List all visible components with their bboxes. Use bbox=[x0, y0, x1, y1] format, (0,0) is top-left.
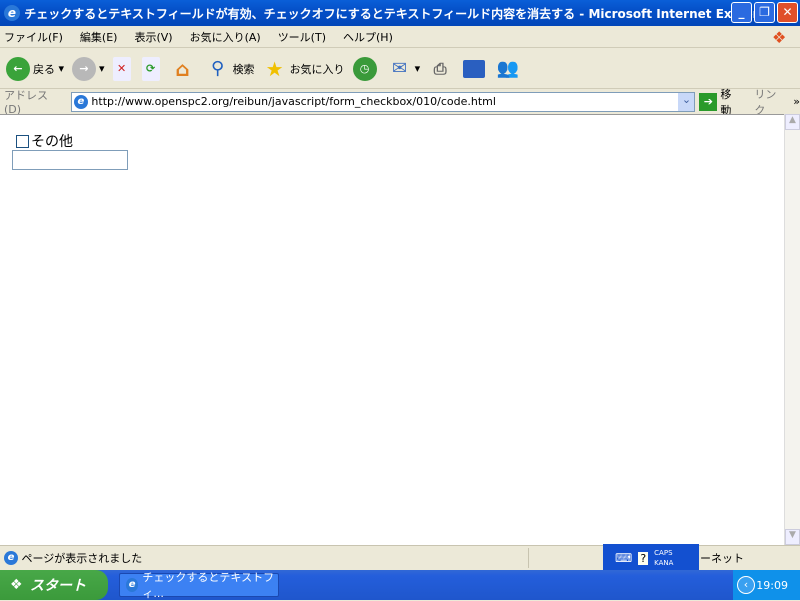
clock[interactable]: 19:09 bbox=[756, 579, 788, 592]
address-dropdown-icon[interactable]: ⌄ bbox=[678, 92, 695, 111]
mail-icon: ✉ bbox=[392, 57, 408, 79]
scroll-up-icon[interactable]: ▲ bbox=[785, 114, 800, 130]
print-button[interactable]: ⎙ bbox=[428, 57, 455, 81]
restore-button[interactable]: ❐ bbox=[754, 2, 775, 23]
stop-icon: ✕ bbox=[112, 56, 131, 81]
zone-text: ーネット bbox=[700, 552, 744, 565]
status-page-icon: e bbox=[4, 550, 18, 565]
checkbox-label: その他 bbox=[31, 134, 73, 150]
close-button[interactable]: ✕ bbox=[777, 2, 798, 23]
menu-edit[interactable]: 編集(E) bbox=[80, 29, 118, 45]
minimize-button[interactable]: _ bbox=[731, 2, 752, 23]
edit-button[interactable] bbox=[463, 59, 488, 78]
home-button[interactable]: ⌂ bbox=[171, 57, 198, 81]
kana-indicator: KANA bbox=[654, 559, 674, 567]
help-icon[interactable]: ? bbox=[638, 551, 649, 565]
windows-logo-icon: ❖ bbox=[772, 28, 787, 47]
address-input[interactable]: e http://www.openspc2.org/reibun/javascr… bbox=[70, 91, 696, 112]
window-title: チェックするとテキストフィールドが有効、チェックオフにするとテキストフィールド内… bbox=[24, 6, 773, 21]
vertical-scrollbar[interactable]: ▲ ▼ bbox=[784, 114, 800, 545]
edit-icon bbox=[463, 59, 486, 78]
menu-favorites[interactable]: お気に入り(A) bbox=[190, 29, 261, 45]
go-button[interactable]: 移動 bbox=[720, 86, 742, 118]
go-arrow-icon[interactable]: ➔ bbox=[699, 92, 718, 111]
home-icon: ⌂ bbox=[175, 56, 190, 81]
address-bar: アドレス(D) e http://www.openspc2.org/reibun… bbox=[0, 88, 800, 117]
other-checkbox[interactable] bbox=[16, 134, 29, 148]
chevron-right-icon[interactable]: » bbox=[793, 95, 800, 108]
refresh-icon: ⟳ bbox=[141, 56, 160, 81]
page-content: その他 bbox=[0, 114, 784, 545]
other-text-field[interactable] bbox=[12, 150, 128, 170]
links-label[interactable]: リンク bbox=[754, 86, 787, 118]
show-hidden-icons-button[interactable]: ‹ bbox=[737, 576, 755, 594]
task-ie-icon: e bbox=[126, 578, 139, 592]
refresh-button[interactable]: ⟳ bbox=[141, 56, 163, 81]
star-icon: ★ bbox=[265, 56, 284, 81]
start-button[interactable]: ❖ スタート bbox=[0, 570, 108, 600]
back-arrow-icon: ← bbox=[6, 56, 30, 81]
windows-flag-icon: ❖ bbox=[10, 577, 23, 593]
address-url: http://www.openspc2.org/reibun/javascrip… bbox=[91, 95, 496, 108]
menu-tools[interactable]: ツール(T) bbox=[278, 29, 326, 45]
favorites-button[interactable]: ★ お気に入り bbox=[263, 57, 345, 81]
address-label: アドレス(D) bbox=[4, 89, 48, 116]
menu-file[interactable]: ファイル(F) bbox=[4, 29, 63, 45]
keyboard-icon[interactable]: ⌨ bbox=[615, 551, 632, 565]
forward-button[interactable]: → ▾ bbox=[72, 56, 105, 81]
history-button[interactable]: ◷ bbox=[352, 56, 380, 81]
system-tray: ‹ 19:09 bbox=[733, 570, 800, 600]
scroll-down-icon[interactable]: ▼ bbox=[785, 529, 800, 545]
history-icon: ◷ bbox=[352, 56, 377, 81]
title-bar: e チェックするとテキストフィールドが有効、チェックオフにするとテキストフィール… bbox=[0, 0, 800, 26]
toolbar: ← 戻る ▾ → ▾ ✕ ⟳ ⌂ ⚲ 検索 ★ お気に入り ◷ ✉ ▾ ⎙ 👥 bbox=[0, 49, 800, 89]
status-text: ページが表示されました bbox=[21, 551, 143, 565]
caps-indicator: CAPS bbox=[654, 549, 673, 557]
menu-bar: ファイル(F) 編集(E) 表示(V) お気に入り(A) ツール(T) ヘルプ(… bbox=[0, 26, 800, 48]
search-icon: ⚲ bbox=[210, 57, 225, 79]
stop-button[interactable]: ✕ bbox=[112, 56, 134, 81]
menu-view[interactable]: 表示(V) bbox=[134, 29, 172, 45]
page-icon: e bbox=[73, 94, 88, 109]
ime-toolbar: ⌨ ? CAPS KANA bbox=[603, 544, 699, 572]
menu-help[interactable]: ヘルプ(H) bbox=[343, 29, 393, 45]
ie-icon: e bbox=[4, 5, 20, 21]
messenger-icon: 👥 bbox=[496, 57, 520, 79]
search-button[interactable]: ⚲ 検索 bbox=[206, 57, 255, 81]
mail-button[interactable]: ✉ ▾ bbox=[388, 57, 420, 81]
printer-icon: ⎙ bbox=[433, 58, 447, 78]
forward-arrow-icon: → bbox=[72, 56, 97, 81]
taskbar: ❖ スタート e チェックするとテキストフィ... ‹ 19:09 bbox=[0, 570, 800, 600]
back-button[interactable]: ← 戻る ▾ bbox=[6, 56, 64, 81]
messenger-button[interactable]: 👥 bbox=[496, 57, 523, 81]
taskbar-ie-window[interactable]: e チェックするとテキストフィ... bbox=[119, 571, 279, 600]
